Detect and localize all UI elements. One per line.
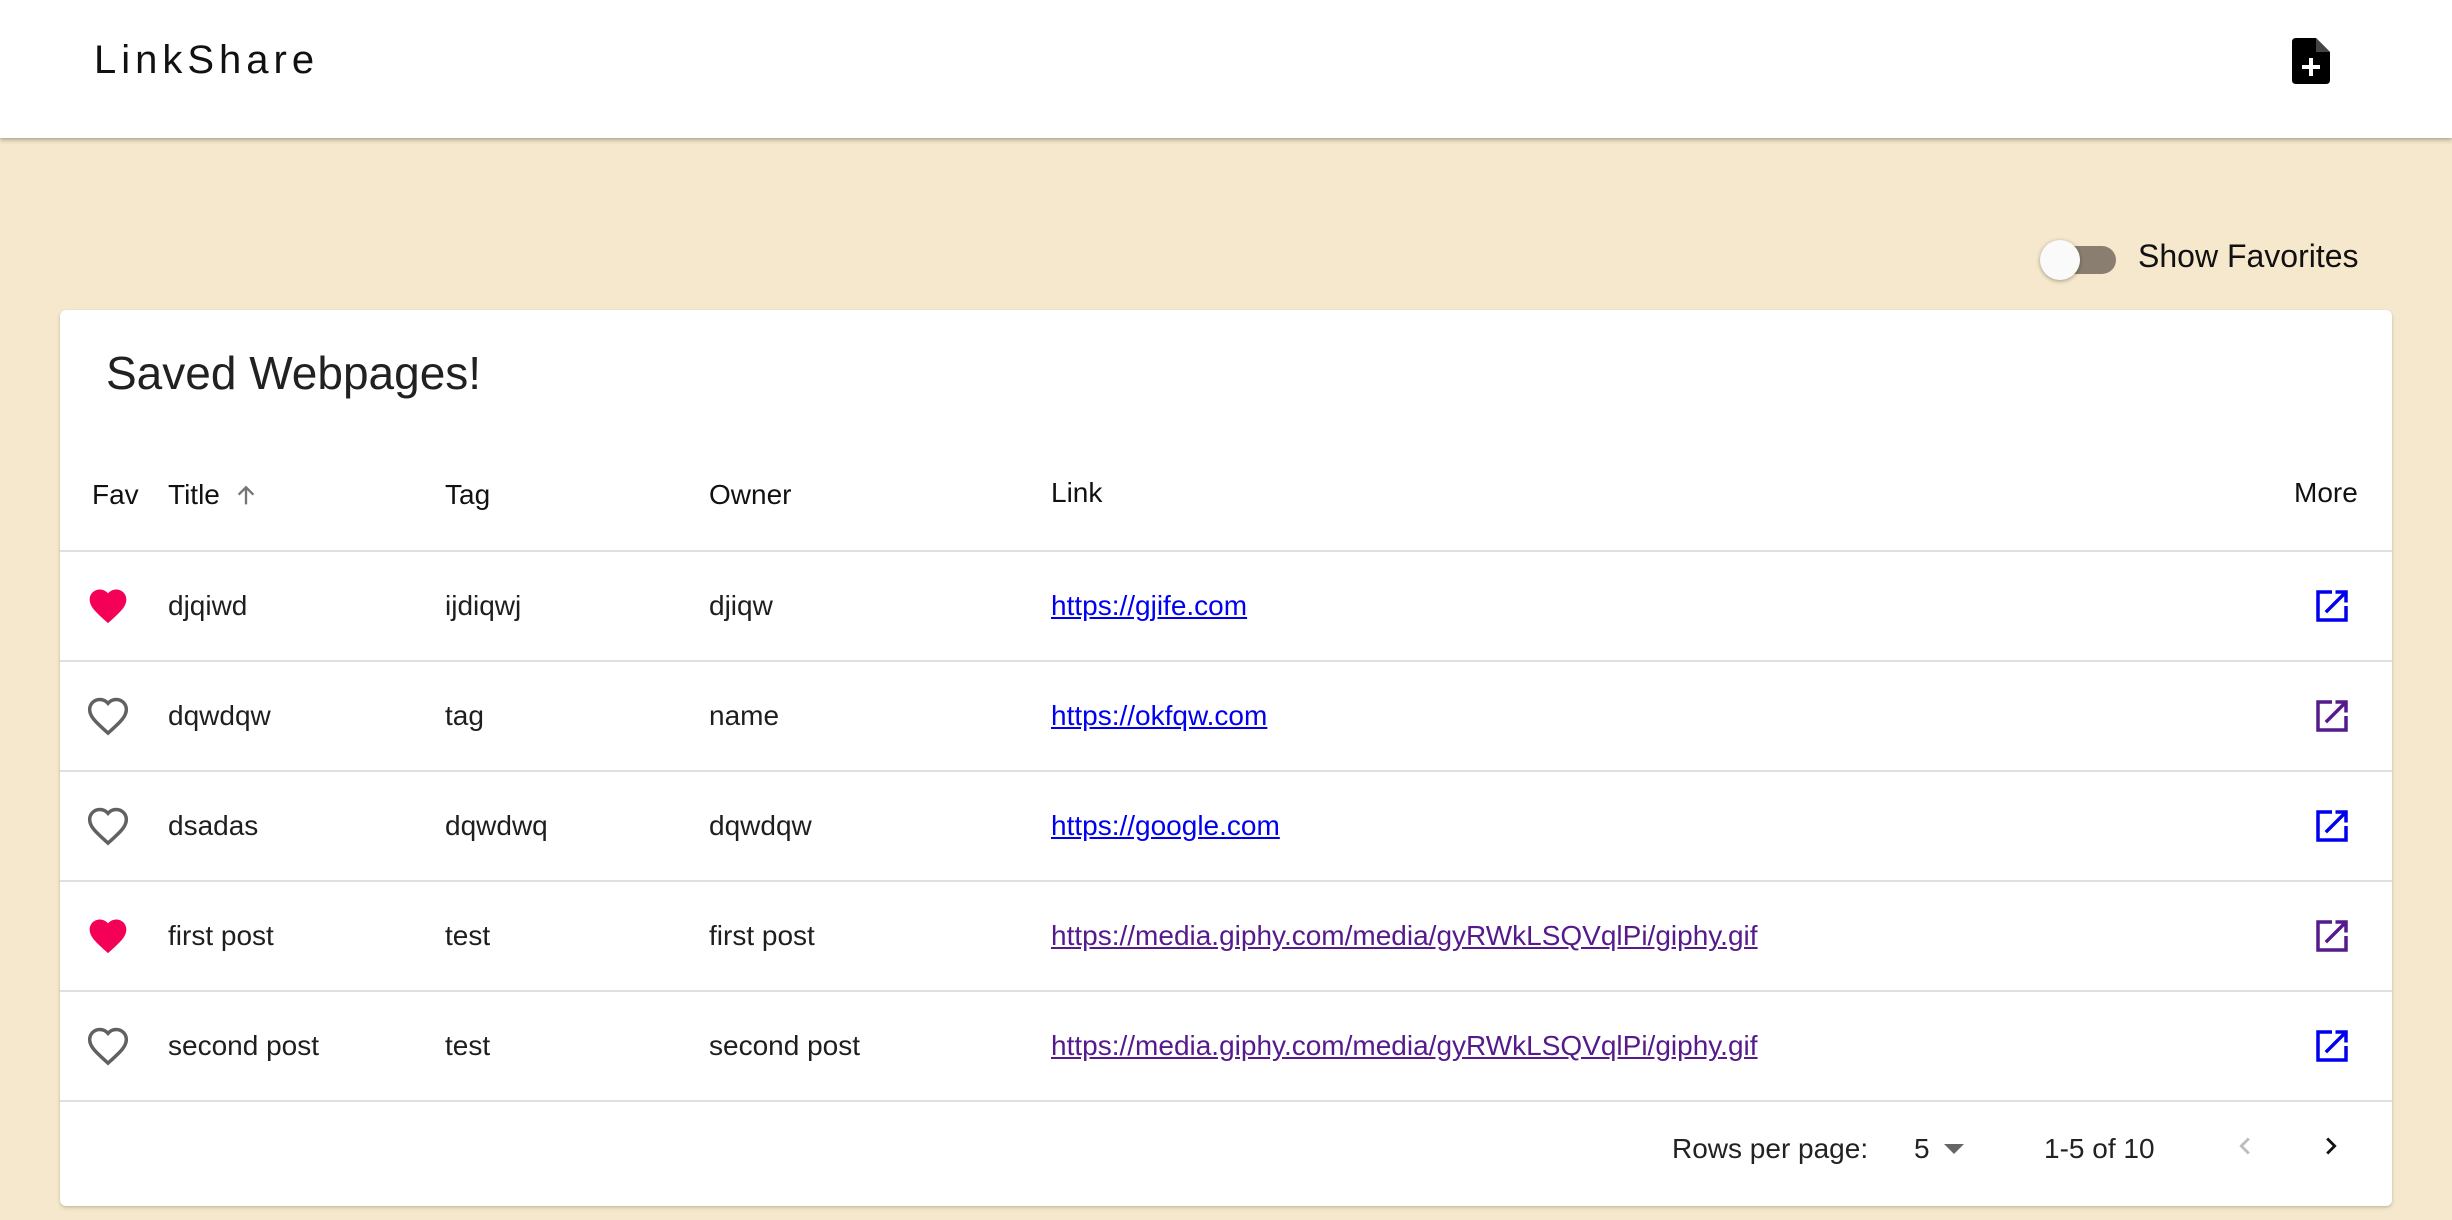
table-body: djqiwd ijdiqwj djiqw https://gjife.com d… — [60, 552, 2392, 1102]
table-pagination: Rows per page: 5 1-5 of 10 — [60, 1092, 2392, 1206]
row-owner: dqwdqw — [709, 810, 812, 841]
saved-webpages-card: Saved Webpages! Fav Title Tag Owner Link… — [60, 310, 2392, 1206]
header-link: Link — [1051, 477, 1103, 508]
row-tag: test — [445, 1030, 491, 1061]
row-title: dqwdqw — [168, 700, 271, 731]
row-link[interactable]: https://google.com — [1051, 810, 1280, 842]
row-title: second post — [168, 1030, 319, 1061]
open-in-new-button[interactable] — [2310, 992, 2354, 1100]
rows-per-page-select[interactable]: 5 — [1914, 1133, 1964, 1165]
header-tag[interactable]: Tag — [445, 440, 490, 550]
open-in-new-icon — [2316, 1030, 2348, 1062]
chevron-right-icon — [2326, 1137, 2337, 1154]
row-tag: tag — [445, 700, 484, 731]
header-title[interactable]: Title — [168, 440, 260, 550]
heart-outline-icon — [87, 697, 129, 736]
header-owner[interactable]: Owner — [709, 440, 791, 550]
header-fav: Fav — [92, 479, 139, 510]
dropdown-arrow-icon — [1943, 1144, 1964, 1154]
row-owner: djiqw — [709, 590, 773, 621]
show-favorites-toggle[interactable]: Show Favorites — [2040, 232, 2359, 280]
rows-per-page-value: 5 — [1914, 1133, 1930, 1164]
row-owner: second post — [709, 1030, 860, 1061]
row-tag: test — [445, 920, 491, 951]
favorite-toggle[interactable] — [86, 882, 146, 990]
open-in-new-button[interactable] — [2310, 662, 2354, 770]
heart-filled-icon — [89, 589, 127, 624]
row-link[interactable]: https://media.giphy.com/media/gyRWkLSQVq… — [1051, 1030, 1758, 1062]
add-link-button[interactable] — [2290, 38, 2332, 84]
row-link[interactable]: https://okfqw.com — [1051, 700, 1267, 732]
row-title: dsadas — [168, 810, 259, 841]
row-link[interactable]: https://media.giphy.com/media/gyRWkLSQVq… — [1051, 920, 1758, 952]
row-owner: name — [709, 700, 780, 731]
note-add-icon — [2292, 38, 2330, 84]
favorite-toggle[interactable] — [86, 662, 146, 770]
show-favorites-label: Show Favorites — [2138, 237, 2359, 274]
card-title: Saved Webpages! — [106, 347, 482, 399]
heart-filled-icon — [89, 919, 127, 954]
open-in-new-button[interactable] — [2310, 772, 2354, 880]
table-row: djqiwd ijdiqwj djiqw https://gjife.com — [60, 552, 2392, 662]
table-row: dsadas dqwdwq dqwdqw https://google.com — [60, 772, 2392, 882]
favorites-switch[interactable] — [2040, 232, 2118, 280]
table-row: first post test first post https://media… — [60, 882, 2392, 992]
table-row: second post test second post https://med… — [60, 992, 2392, 1102]
row-title: djqiwd — [168, 590, 248, 621]
open-in-new-icon — [2316, 810, 2348, 842]
switch-thumb[interactable] — [2040, 240, 2080, 280]
pagination-range: 1-5 of 10 — [2044, 1133, 2155, 1164]
open-in-new-icon — [2316, 590, 2348, 622]
sort-arrow-up-icon[interactable] — [232, 481, 260, 509]
chevron-left-icon — [2239, 1137, 2250, 1154]
header-title-label: Title — [168, 479, 220, 510]
table-header: Fav Title Tag Owner Link More — [60, 440, 2392, 552]
open-in-new-button[interactable] — [2310, 552, 2354, 660]
row-link[interactable]: https://gjife.com — [1051, 590, 1247, 622]
heart-outline-icon — [87, 807, 129, 846]
favorite-toggle[interactable] — [86, 552, 146, 660]
open-in-new-icon — [2316, 920, 2348, 952]
favorite-toggle[interactable] — [86, 992, 146, 1100]
row-tag: dqwdwq — [445, 810, 548, 841]
open-in-new-icon — [2316, 700, 2348, 732]
app-bar: LinkShare — [0, 0, 2452, 138]
app-title: LinkShare — [94, 38, 320, 82]
next-page-button[interactable] — [2314, 1129, 2348, 1170]
favorite-toggle[interactable] — [86, 772, 146, 880]
row-title: first post — [168, 920, 274, 951]
previous-page-button[interactable] — [2228, 1129, 2262, 1170]
heart-outline-icon — [87, 1027, 129, 1066]
row-owner: first post — [709, 920, 815, 951]
header-more: More — [2294, 477, 2358, 508]
open-in-new-button[interactable] — [2310, 882, 2354, 990]
table-row: dqwdqw tag name https://okfqw.com — [60, 662, 2392, 772]
row-tag: ijdiqwj — [445, 590, 522, 621]
rows-per-page-label: Rows per page: — [1672, 1133, 1869, 1164]
